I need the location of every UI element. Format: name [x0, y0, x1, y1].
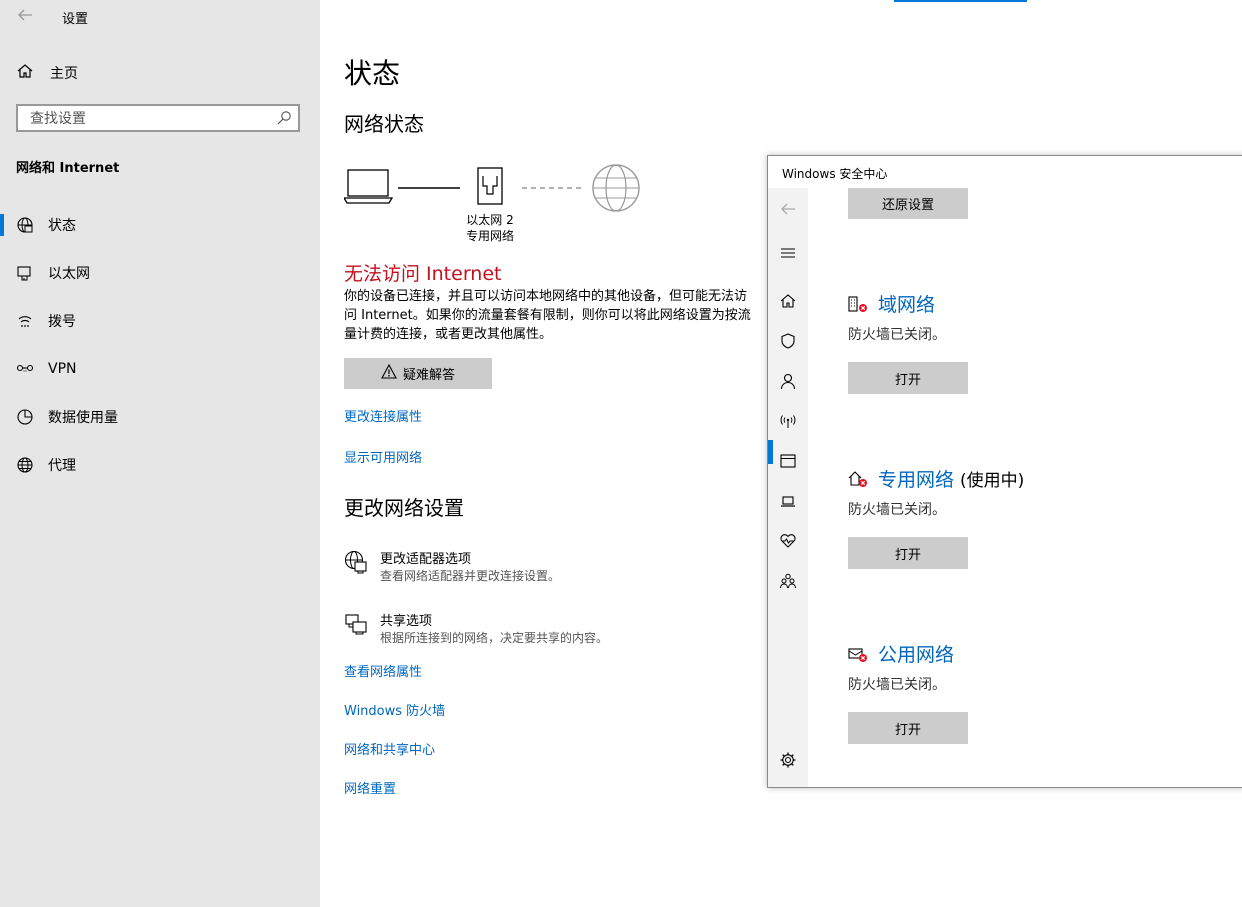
sidebar-item-data-usage[interactable]: 数据使用量 — [0, 397, 320, 437]
private-network-icon — [848, 470, 868, 488]
sidebar-item-label: 状态 — [48, 218, 76, 234]
public-network-block: 公用网络 防火墙已关闭。 打开 — [848, 640, 1208, 750]
windows-security-window: Windows 安全中心 还原设置 域网络 防火墙已关闭。 打开 专用网络 (使… — [767, 155, 1242, 788]
hamburger-menu-icon[interactable] — [779, 244, 797, 262]
laptop-icon — [342, 169, 394, 204]
app-title: 设置 — [62, 12, 89, 27]
ethernet-adapter-icon — [477, 167, 503, 205]
warning-description: 你的设备已连接，并且可以访问本地网络中的其他设备，但可能无法访问 Interne… — [344, 289, 751, 342]
internet-globe-icon — [592, 164, 640, 212]
dialup-icon — [16, 312, 34, 330]
option-title: 更改适配器选项 — [380, 552, 472, 567]
option-subtitle: 查看网络适配器并更改连接设置。 — [380, 569, 561, 583]
firewall-state: 防火墙已关闭。 — [848, 502, 946, 518]
network-name-link[interactable]: 专用网络 (使用中) — [878, 465, 1024, 492]
sidebar-item-ethernet[interactable]: 以太网 — [0, 253, 320, 293]
sidebar-item-label: 数据使用量 — [48, 410, 118, 426]
view-network-properties-link[interactable]: 查看网络属性 — [344, 661, 422, 680]
family-options-icon[interactable] — [779, 572, 797, 590]
sidebar-item-vpn[interactable]: VPN — [0, 349, 320, 389]
sharing-options-item[interactable]: 共享选项 根据所连接到的网络，决定要共享的内容。 — [344, 610, 744, 650]
domain-network-icon — [848, 295, 868, 313]
status-globe-icon — [16, 216, 34, 234]
domain-network-block: 域网络 防火墙已关闭。 打开 — [848, 290, 1208, 400]
sidebar-item-label: 拨号 — [48, 314, 76, 330]
network-name-link[interactable]: 域网络 — [878, 290, 935, 317]
firewall-state: 防火墙已关闭。 — [848, 677, 946, 693]
vpn-icon — [16, 360, 34, 378]
sidebar-item-status[interactable]: 状态 — [0, 205, 320, 245]
device-health-heart-icon[interactable] — [779, 532, 797, 550]
network-sharing-center-link[interactable]: 网络和共享中心 — [344, 739, 435, 758]
public-network-icon — [848, 645, 868, 663]
adapter-icon — [344, 550, 368, 574]
turn-on-private-firewall-button[interactable]: 打开 — [848, 537, 968, 569]
adapter-label: 以太网 2 专用网络 — [450, 212, 530, 244]
show-available-networks-link[interactable]: 显示可用网络 — [344, 447, 422, 466]
sidebar-item-label: 以太网 — [48, 266, 90, 282]
warning-title: 无法访问 Internet — [344, 263, 502, 285]
windows-firewall-link[interactable]: Windows 防火墙 — [344, 700, 445, 719]
network-name: 域网络 — [878, 294, 936, 316]
page-title: 状态 — [344, 57, 401, 90]
firewall-state: 防火墙已关闭。 — [848, 327, 946, 343]
home-label: 主页 — [50, 66, 78, 82]
in-use-label: (使用中) — [960, 471, 1025, 491]
back-arrow-icon[interactable] — [779, 200, 797, 218]
troubleshoot-button[interactable]: 疑难解答 — [344, 358, 492, 389]
firewall-antenna-icon[interactable] — [779, 412, 797, 430]
settings-sidebar: 设置 主页 网络和 Internet 状态 以太网 拨号 VPN — [0, 0, 320, 907]
home-icon — [16, 62, 34, 84]
change-settings-heading: 更改网络设置 — [344, 496, 464, 520]
network-name: 专用网络 — [878, 469, 955, 491]
option-subtitle: 根据所连接到的网络，决定要共享的内容。 — [380, 631, 609, 645]
proxy-globe-icon — [16, 456, 34, 474]
turn-on-domain-firewall-button[interactable]: 打开 — [848, 362, 968, 394]
change-connection-properties-link[interactable]: 更改连接属性 — [344, 406, 422, 425]
network-name: 公用网络 — [878, 644, 955, 666]
search-input[interactable] — [28, 106, 272, 132]
private-network-block: 专用网络 (使用中) 防火墙已关闭。 打开 — [848, 465, 1208, 575]
security-nav-rail — [768, 188, 808, 787]
warning-triangle-icon — [381, 363, 397, 383]
nav-active-indicator — [768, 440, 773, 464]
network-name-link[interactable]: 公用网络 — [878, 640, 954, 667]
network-status-heading: 网络状态 — [344, 112, 424, 136]
device-security-icon[interactable] — [779, 492, 797, 510]
sidebar-item-dialup[interactable]: 拨号 — [0, 301, 320, 341]
sidebar-item-label: VPN — [48, 361, 77, 377]
turn-on-public-firewall-button[interactable]: 打开 — [848, 712, 968, 744]
network-type: 专用网络 — [465, 229, 514, 243]
top-accent-line — [894, 0, 1027, 2]
sidebar-item-proxy[interactable]: 代理 — [0, 445, 320, 485]
troubleshoot-label: 疑难解答 — [402, 368, 455, 383]
back-arrow-icon[interactable] — [16, 6, 34, 24]
sidebar-item-label: 代理 — [48, 458, 76, 474]
security-window-title: Windows 安全中心 — [782, 167, 888, 181]
home-icon[interactable] — [779, 292, 797, 310]
restore-settings-button[interactable]: 还原设置 — [848, 188, 968, 219]
adapter-options-item[interactable]: 更改适配器选项 查看网络适配器并更改连接设置。 — [344, 548, 744, 588]
section-label: 网络和 Internet — [16, 161, 120, 176]
sharing-icon — [344, 612, 368, 636]
app-browser-icon[interactable] — [779, 452, 797, 470]
search-box — [16, 104, 300, 132]
option-title: 共享选项 — [380, 614, 433, 629]
settings-gear-icon[interactable] — [779, 751, 797, 769]
network-reset-link[interactable]: 网络重置 — [344, 778, 396, 797]
account-person-icon[interactable] — [779, 372, 797, 390]
adapter-name: 以太网 2 — [466, 213, 514, 227]
search-icon[interactable] — [276, 110, 292, 126]
shield-icon[interactable] — [779, 332, 797, 350]
home-nav-item[interactable]: 主页 — [16, 62, 78, 84]
network-diagram-graphic — [342, 164, 640, 212]
data-usage-icon — [16, 408, 34, 426]
ethernet-icon — [16, 264, 34, 282]
